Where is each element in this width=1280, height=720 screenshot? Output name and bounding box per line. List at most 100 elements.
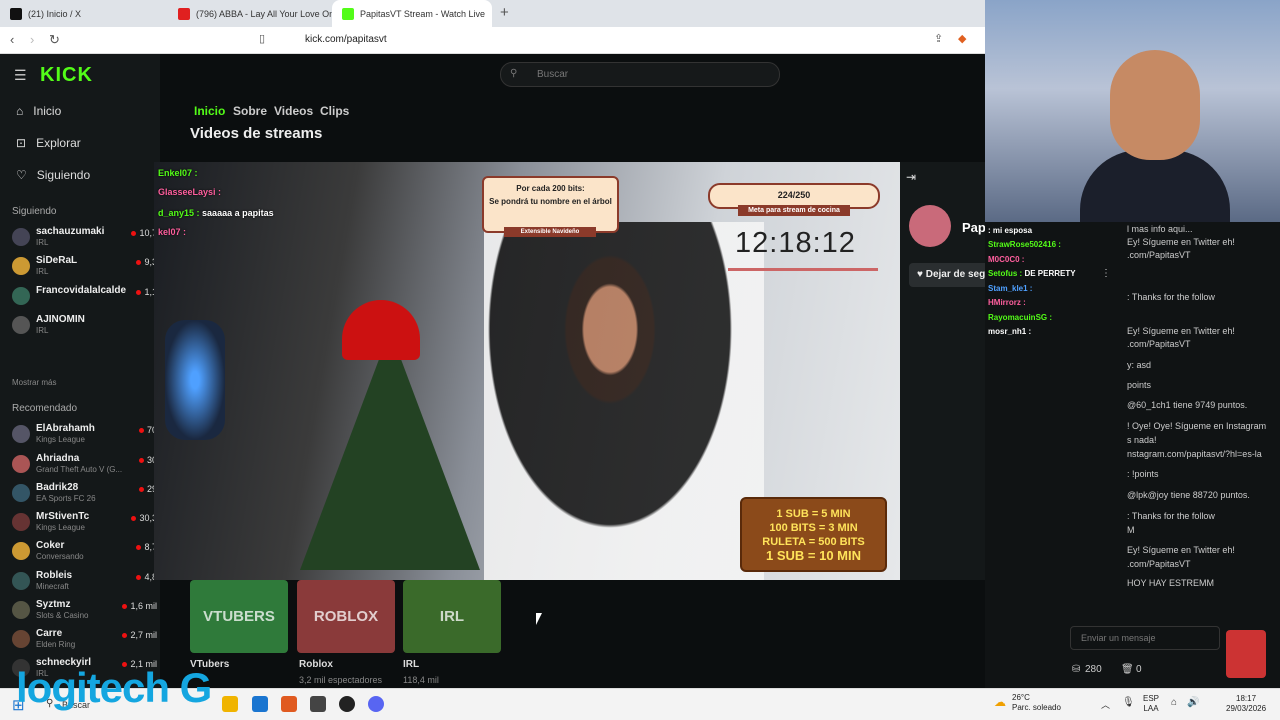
category-viewers: 3,2 mil espectadores xyxy=(299,675,383,685)
share-icon[interactable]: ⇪ xyxy=(934,32,943,45)
chat-message: .com/PapitasVT xyxy=(1127,250,1191,260)
mic-icon[interactable]: 🎙 xyxy=(1122,697,1135,708)
overlay-chat-line: : mi esposa xyxy=(988,226,1033,235)
recommended-item[interactable]: Ahriadna Grand Theft Auto V (G... 30 xyxy=(12,453,157,477)
christmas-tree xyxy=(300,330,480,570)
nav-inicio[interactable]: ⌂ Inicio xyxy=(16,104,61,118)
chat-message: y: asd xyxy=(1127,360,1152,370)
points-count: 280 xyxy=(1085,664,1102,675)
chat-message: Ey! Sígueme en Twitter eh! xyxy=(1127,326,1235,336)
weather-widget[interactable]: 26°C Parc. soleado xyxy=(1012,693,1061,713)
recommended-item[interactable]: ElAbrahamh Kings League 70 xyxy=(12,423,157,447)
bits-banner: Por cada 200 bits: Se pondrá tu nombre e… xyxy=(482,176,619,237)
app-icon[interactable] xyxy=(310,696,326,712)
category-name[interactable]: IRL xyxy=(403,659,419,670)
category-card[interactable]: IRL xyxy=(403,580,501,653)
tab-clips[interactable]: Clips xyxy=(320,104,349,118)
recommended-item[interactable]: MrStivenTc Kings League 30,3 xyxy=(12,511,157,535)
chat-message: l mas info aqui... xyxy=(1127,224,1193,234)
avatar xyxy=(12,513,30,531)
tab-x[interactable]: (21) Inicio / X xyxy=(0,0,168,27)
recommended-item[interactable]: Badrik28 EA Sports FC 26 29 xyxy=(12,482,157,506)
chat-message: Ey! Sígueme en Twitter eh! xyxy=(1127,237,1235,247)
discord-icon[interactable] xyxy=(368,696,384,712)
chat-message: HOY HAY ESTREMM xyxy=(1127,578,1215,588)
chat-message: s nada! xyxy=(1127,435,1157,445)
following-item[interactable]: sachauzumaki IRL 10,7 xyxy=(12,226,157,250)
category-name[interactable]: Roblox xyxy=(299,659,333,670)
recommended-item[interactable]: Carre Elden Ring 2,7 mil xyxy=(12,628,157,652)
category-card[interactable]: VTUBERS xyxy=(190,580,288,653)
tab-sobre[interactable]: Sobre xyxy=(233,104,267,118)
category-card[interactable]: ROBLOX xyxy=(297,580,395,653)
avatar xyxy=(12,601,30,619)
compass-icon: ⊡ xyxy=(16,136,27,150)
avatar xyxy=(12,572,30,590)
avatar xyxy=(12,287,30,305)
recommended-item[interactable]: Robleis Minecraft 4,8 xyxy=(12,570,157,594)
show-more-link[interactable]: Mostrar más xyxy=(12,378,56,387)
following-item[interactable]: Francovidalalcalde 1,1 xyxy=(12,285,157,309)
back-icon[interactable]: ‹ xyxy=(10,32,14,47)
clock-date[interactable]: 18:17 29/03/2026 xyxy=(1226,694,1266,714)
youtube-icon xyxy=(178,7,190,20)
nav-explorar[interactable]: ⊡ Explorar xyxy=(16,136,81,150)
following-item[interactable]: SiDeRaL IRL 9,3 xyxy=(12,255,157,279)
close-tab-icon[interactable]: ✕ xyxy=(491,7,492,20)
forward-icon[interactable]: › xyxy=(30,32,34,47)
chat-input[interactable]: Enviar un mensaje xyxy=(1070,626,1220,650)
chat-message: : !points xyxy=(1127,469,1159,479)
avatar[interactable] xyxy=(909,205,951,247)
weather-icon: ☁ xyxy=(994,695,1006,709)
app-icon[interactable] xyxy=(252,696,268,712)
recommended-item[interactable]: Syztmz Slots & Casino 1,6 mil xyxy=(12,599,157,623)
language-indicator[interactable]: ESP LAA xyxy=(1143,694,1159,714)
chat-message: @lpk@joy tiene 88720 puntos. xyxy=(1127,490,1250,500)
avatar xyxy=(12,228,30,246)
tab-videos[interactable]: Videos xyxy=(274,104,313,118)
tab-youtube[interactable]: (796) ABBA - Lay All Your Love On Me xyxy=(168,0,332,27)
volume-icon[interactable]: 🔊 xyxy=(1187,697,1199,708)
stream-chat-line: Enkel07 : xyxy=(158,168,198,178)
kick-logo[interactable]: KICK xyxy=(40,64,93,87)
url-field[interactable]: kick.com/papitasvt xyxy=(305,34,387,45)
x-logo-icon xyxy=(10,7,22,20)
reload-icon[interactable]: ↻ xyxy=(49,32,60,48)
tab-inicio[interactable]: Inicio xyxy=(194,104,225,118)
avatar xyxy=(12,257,30,275)
following-heading: Siguiendo xyxy=(12,206,57,217)
logitech-logo: logitech G xyxy=(16,664,212,711)
nav-siguiendo[interactable]: ♡ Siguiendo xyxy=(16,168,90,182)
search-input[interactable]: Buscar xyxy=(500,62,780,87)
obs-icon[interactable] xyxy=(339,696,355,712)
follow-button[interactable]: ♥ Dejar de seguir xyxy=(909,263,994,287)
overlay-chat-line: Setofus : DE PERRETY xyxy=(988,269,1076,278)
recommended-item[interactable]: Coker Conversando 8,7 xyxy=(12,540,157,564)
tab-kick[interactable]: PapitasVT Stream - Watch Live ✕ xyxy=(332,0,492,27)
heart-icon: ♡ xyxy=(16,168,27,182)
following-item[interactable]: AJINOMIN IRL xyxy=(12,314,157,338)
stream-clock: 12:18:12 xyxy=(735,227,856,259)
new-tab-button[interactable]: + xyxy=(500,4,509,21)
more-icon[interactable]: ⋮ xyxy=(1101,268,1111,279)
chat-message: nstagram.com/papitasvt/?hl=es-la xyxy=(1127,449,1262,459)
stream-chat-line: d_any15 : saaaaa a papitas xyxy=(158,208,274,218)
chat-message: .com/PapitasVT xyxy=(1127,339,1191,349)
network-icon[interactable]: ⌂ xyxy=(1171,697,1177,708)
points-icon: ⛁ xyxy=(1072,664,1081,675)
mouse-cursor xyxy=(536,613,542,625)
recommended-heading: Recomendado xyxy=(12,403,78,414)
streamer-figure xyxy=(484,222,764,580)
brave-shield-icon[interactable]: ◆ xyxy=(958,32,966,45)
chat-message: : Thanks for the follow xyxy=(1127,292,1215,302)
mascot-sticker xyxy=(1226,630,1266,678)
collapse-chat-icon[interactable]: ⇥ xyxy=(906,170,916,184)
brave-icon[interactable] xyxy=(281,696,297,712)
avatar xyxy=(12,455,30,473)
chat-message: ! Oye! Oye! Sígueme en Instagram xyxy=(1127,421,1267,431)
menu-icon[interactable]: ☰ xyxy=(14,67,27,84)
tray-chevron-icon[interactable]: ︿ xyxy=(1101,698,1110,711)
microphone xyxy=(165,320,225,440)
file-explorer-icon[interactable] xyxy=(222,696,238,712)
bookmark-icon[interactable]: ▯ xyxy=(259,32,265,45)
